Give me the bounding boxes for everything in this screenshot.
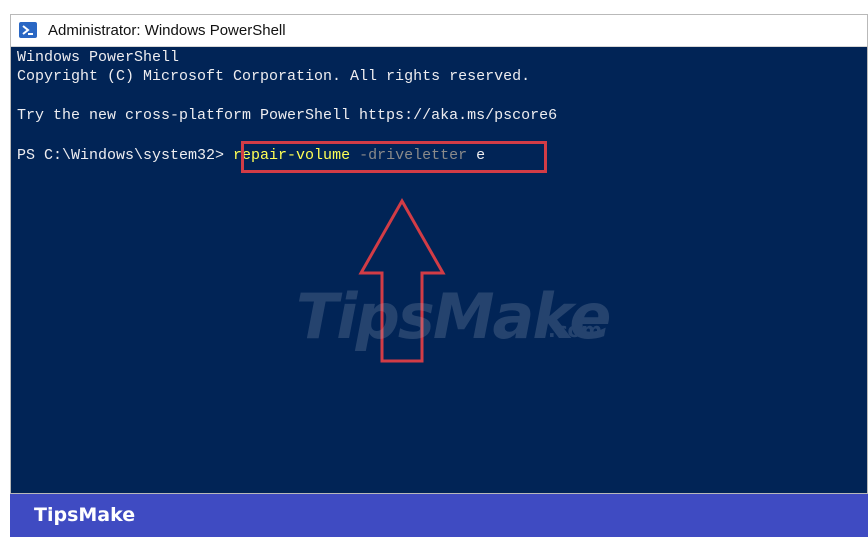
footer-brand: TipsMake (34, 504, 136, 526)
watermark-text: TipsMake (296, 280, 611, 353)
window-title: Administrator: Windows PowerShell (48, 22, 286, 39)
prompt: PS C:\Windows\system32> (17, 147, 234, 164)
command-highlight-box (241, 141, 547, 173)
console-line: Try the new cross-platform PowerShell ht… (17, 107, 558, 124)
title-bar[interactable]: Administrator: Windows PowerShell (11, 15, 867, 47)
powershell-window: Administrator: Windows PowerShell Window… (10, 14, 868, 494)
console-line: Copyright (C) Microsoft Corporation. All… (17, 68, 531, 85)
console-line: Windows PowerShell (17, 49, 180, 66)
footer-banner: TipsMake (10, 494, 868, 537)
powershell-icon (19, 22, 37, 38)
console-output[interactable]: Windows PowerShell Copyright (C) Microso… (11, 47, 867, 493)
watermark-suffix: .com (548, 318, 603, 342)
watermark: TipsMake .com (296, 280, 616, 360)
